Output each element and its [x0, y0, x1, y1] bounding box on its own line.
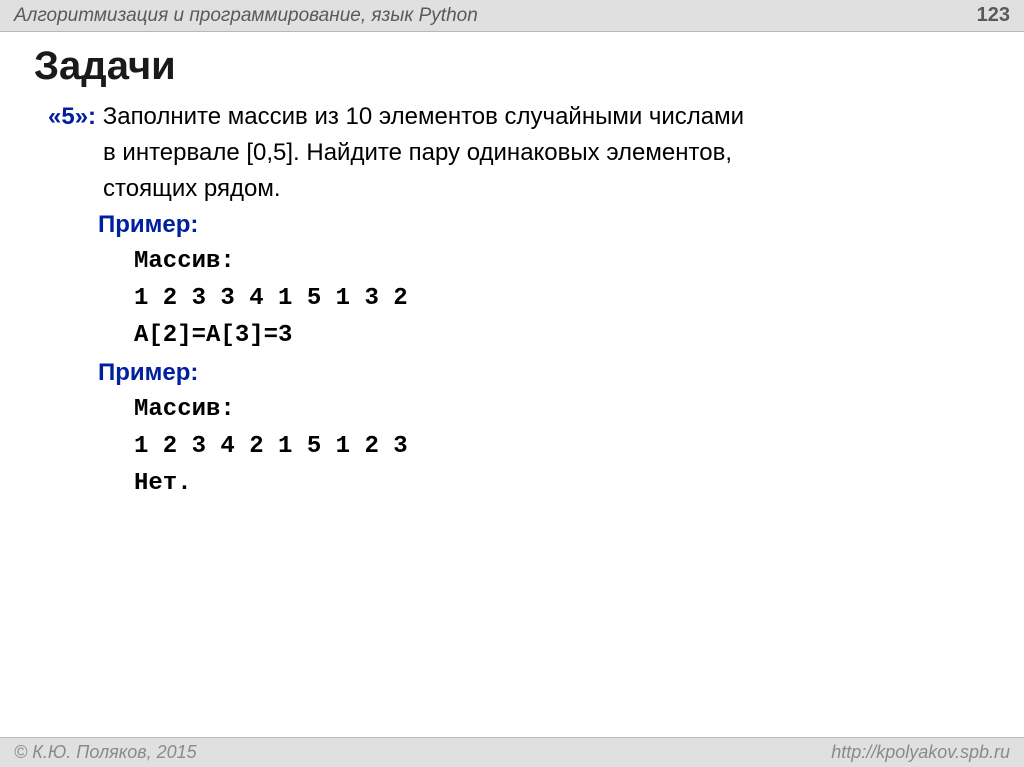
header-bar: Алгоритмизация и программирование, язык …	[0, 0, 1024, 32]
footer-bar: © К.Ю. Поляков, 2015 http://kpolyakov.sp…	[0, 737, 1024, 767]
example1-l2: 1 2 3 3 4 1 5 1 3 2	[134, 280, 1024, 317]
example1-l3: A[2]=A[3]=3	[134, 317, 1024, 354]
footer-copyright: © К.Ю. Поляков, 2015	[14, 742, 197, 763]
example1-l1: Массив:	[134, 243, 1024, 280]
task-paragraph: «5»: Заполните массив из 10 элементов сл…	[48, 99, 1024, 135]
example2-l2: 1 2 3 4 2 1 5 1 2 3	[134, 428, 1024, 465]
slide-title: Задачи	[34, 44, 1024, 89]
header-title: Алгоритмизация и программирование, язык …	[14, 5, 478, 27]
content: «5»: Заполните массив из 10 элементов сл…	[0, 99, 1024, 502]
task-line2: в интервале [0,5]. Найдите пару одинаков…	[103, 135, 1024, 171]
example2-l3: Нет.	[134, 465, 1024, 502]
example2-l1: Массив:	[134, 391, 1024, 428]
footer-url: http://kpolyakov.spb.ru	[831, 742, 1010, 763]
grade-label: «5»:	[48, 103, 96, 130]
task-line3: стоящих рядом.	[103, 171, 1024, 207]
example2-label: Пример:	[98, 355, 1024, 391]
example1-label: Пример:	[98, 207, 1024, 243]
task-line1: Заполните массив из 10 элементов случайн…	[103, 103, 744, 130]
page-number: 123	[977, 4, 1010, 27]
